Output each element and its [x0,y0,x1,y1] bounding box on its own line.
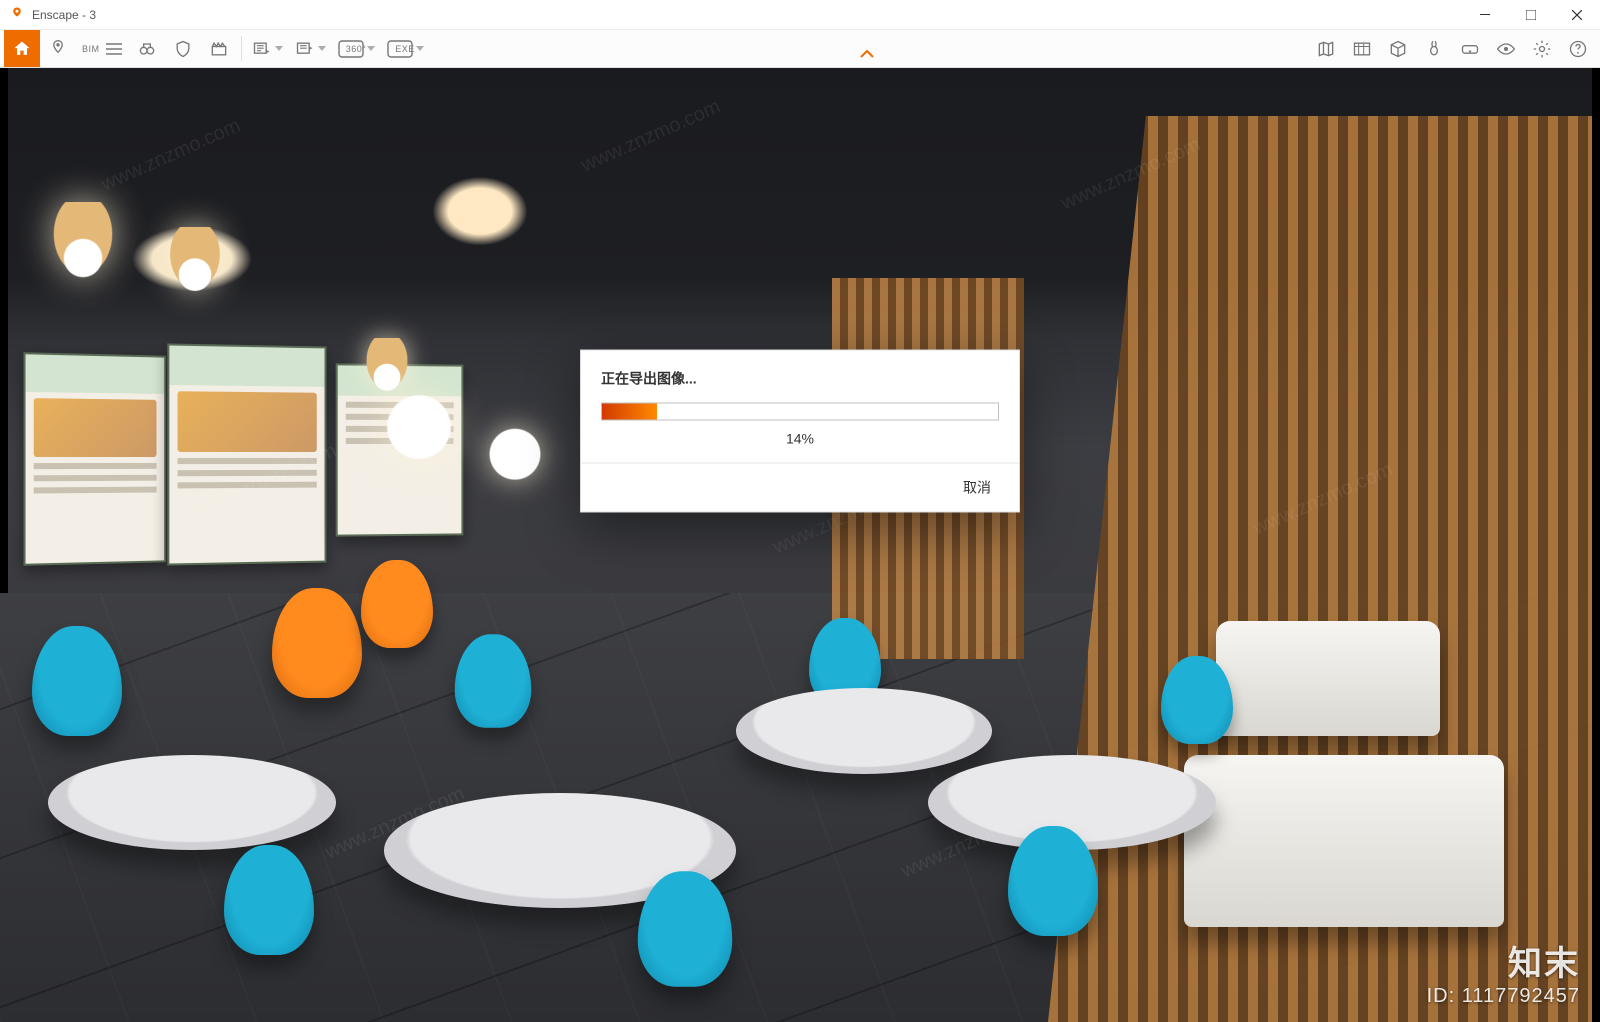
toolbar-separator [241,36,242,61]
asset-library-icon[interactable] [1344,30,1380,67]
progress-bar [601,402,999,420]
shield-icon[interactable] [165,30,201,67]
pin-icon[interactable] [40,30,76,67]
export-progress-dialog: 正在导出图像... 14% 取消 [580,349,1020,512]
close-button[interactable] [1554,0,1600,30]
scene-booth-sofa [1184,755,1504,927]
scene-menu-poster [167,343,326,566]
home-icon[interactable] [4,30,40,67]
exe-export-button[interactable]: EXE [381,30,430,67]
watermark-brand: 知末 [1427,936,1580,985]
progress-percent: 14% [601,430,999,446]
vr-headset-icon[interactable] [1452,30,1488,67]
minimize-button[interactable] [1462,0,1508,30]
binoculars-icon[interactable] [129,30,165,67]
scene-table [48,755,336,850]
app-icon [8,6,26,24]
scene-chair [361,560,433,648]
app-window: Enscape - 3 BIM [0,0,1600,1022]
titlebar: Enscape - 3 [0,0,1600,30]
gear-icon[interactable] [1524,30,1560,67]
scene-chair [1008,826,1098,936]
eye-icon[interactable] [1488,30,1524,67]
toolbar: BIM 360° [0,30,1600,68]
scene-chair [455,634,532,728]
scene-chair [32,626,122,736]
watermark: 知末 ID: 1117792457 [1427,936,1580,1008]
scene-pendant-lamp [384,383,454,463]
scene-table [736,688,992,774]
cancel-button[interactable]: 取消 [953,473,1001,501]
pano-360-button[interactable]: 360° [332,30,381,67]
window-title: Enscape - 3 [32,8,96,22]
toolbar-spacer [430,30,1308,67]
bunny-icon[interactable] [1416,30,1452,67]
scene-pendant-lamp [48,202,118,282]
pano-360-label: 360° [346,44,367,54]
toolbar-right [1308,30,1596,67]
chevron-down-icon [367,46,375,51]
chevron-down-icon [318,46,326,51]
scene-menu-poster [23,352,166,565]
toolbar-left: BIM 360° [4,30,430,67]
favorite-view-icon[interactable] [246,30,289,67]
clapper-icon[interactable] [201,30,237,67]
chevron-down-icon [275,46,283,51]
render-viewport[interactable]: www.znzmo.com www.znzmo.com www.znzmo.co… [0,68,1600,1022]
cube-icon[interactable] [1380,30,1416,67]
help-icon[interactable] [1560,30,1596,67]
map-icon[interactable] [1308,30,1344,67]
manage-views-icon[interactable] [289,30,332,67]
scene-chair [638,871,733,987]
scene-chair [224,845,314,955]
scene-chair [1161,656,1233,744]
watermark-id: ID: 1117792457 [1427,985,1580,1008]
maximize-button[interactable] [1508,0,1554,30]
scene-pendant-lamp [487,419,543,483]
bim-button[interactable]: BIM [76,30,129,67]
exe-label: EXE [395,44,415,54]
expand-toolbar-icon[interactable] [859,49,879,69]
scene-booth-sofa [1216,621,1440,735]
scene-pendant-lamp [165,227,225,295]
progress-fill [602,403,657,419]
bim-label: BIM [82,44,100,54]
dialog-title: 正在导出图像... [601,368,999,388]
chevron-down-icon [416,46,424,51]
